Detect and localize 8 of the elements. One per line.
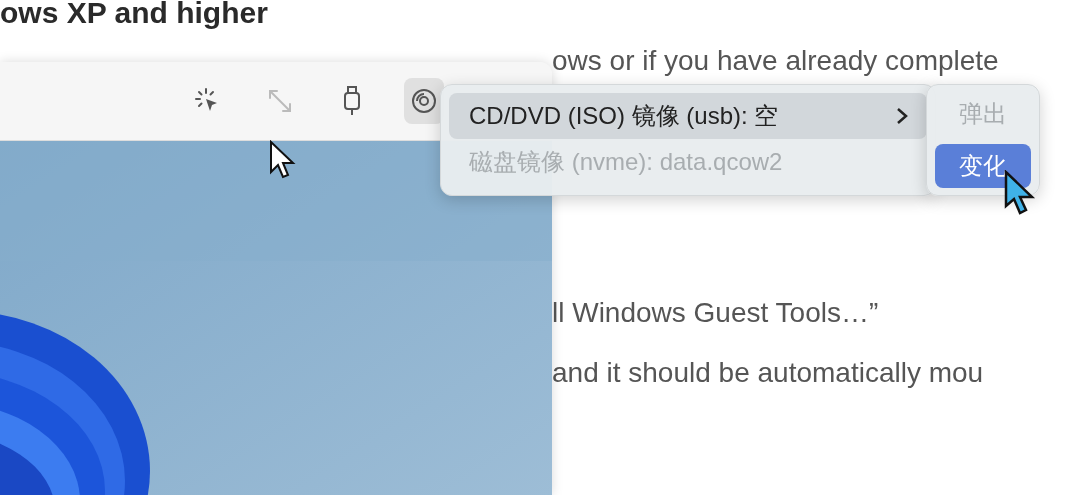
page-heading: ows XP and higher — [0, 0, 269, 28]
menu-item[interactable]: 变化 — [935, 144, 1031, 188]
paragraph-line: ll Windows Guest Tools…” — [552, 296, 880, 330]
menu-item[interactable]: CD/DVD (ISO) 镜像 (usb): 空 — [449, 93, 927, 139]
drive-button[interactable] — [404, 78, 444, 124]
disc-icon — [410, 87, 438, 115]
paragraph-line: and it should be automatically mou — [552, 356, 985, 390]
paragraph-line: ows or if you have already complete — [552, 44, 1000, 78]
